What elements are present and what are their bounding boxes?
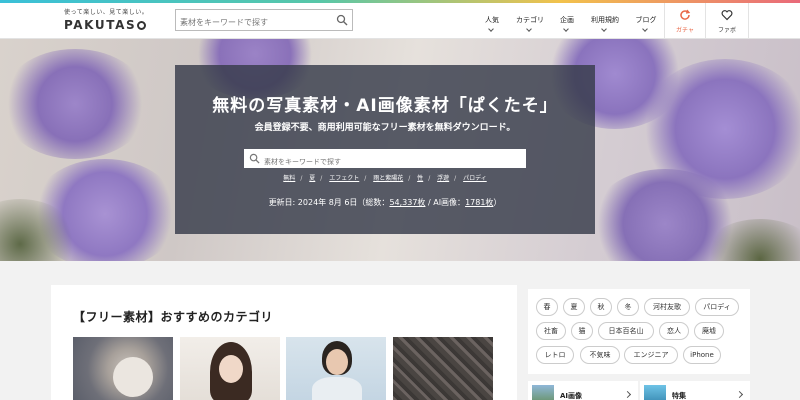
- tag-link[interactable]: 性: [417, 175, 423, 182]
- tag-chip[interactable]: エンジニア: [624, 346, 678, 364]
- nav-label: 企画: [560, 16, 574, 24]
- feature-thumbnail: [644, 385, 666, 400]
- tag-chip[interactable]: 冬: [617, 298, 639, 316]
- chevron-down-icon: [642, 26, 648, 32]
- main-nav: 人気 カテゴリ 企画 利用規約 ブログ: [476, 3, 664, 39]
- favorites-label: ファボ: [717, 27, 736, 34]
- total-count-link[interactable]: 54,337枚: [389, 198, 425, 207]
- sidebar-link-features[interactable]: 特集: [640, 381, 750, 400]
- tag-chip[interactable]: 春: [536, 298, 558, 316]
- ai-count-link[interactable]: 1781枚: [465, 198, 493, 207]
- tag-chip[interactable]: 猫: [571, 322, 593, 340]
- sidebar-link-ai-images[interactable]: AI画像: [528, 381, 638, 400]
- tag-cloud: 春 夏 秋 冬 河村友歌 パロディ 社畜 猫 日本百名山 恋人 廃墟 レトロ 不…: [528, 289, 750, 374]
- tag-chip[interactable]: 秋: [590, 298, 612, 316]
- hero-subtitle: 会員登録不要、商用利用可能なフリー素材を無料ダウンロード。: [254, 123, 516, 133]
- nav-label: カテゴリ: [516, 16, 544, 24]
- hero-title: 無料の写真素材・AI画像素材「ぱくたそ」: [212, 96, 558, 116]
- cat-image: [113, 357, 153, 397]
- gacha-button[interactable]: ガチャ: [665, 3, 705, 39]
- search-icon[interactable]: [336, 14, 348, 26]
- sidebar-links: AI画像 特集: [528, 381, 750, 400]
- chevron-right-icon: [623, 390, 632, 399]
- search-icon: [249, 153, 260, 164]
- sidebar-link-label: AI画像: [560, 392, 583, 400]
- tag-chip[interactable]: 河村友歌: [644, 298, 690, 316]
- header-search: [175, 9, 353, 33]
- nav-item-blog[interactable]: ブログ: [628, 3, 664, 39]
- hero-panel: 無料の写真素材・AI画像素材「ぱくたそ」 会員登録不要、商用利用可能なフリー素材…: [175, 65, 595, 234]
- category-thumbnail-cat[interactable]: [73, 337, 173, 400]
- lilac-flower-image: [0, 49, 150, 159]
- header-search-input[interactable]: [176, 12, 326, 33]
- tag-link[interactable]: 雨と紫陽花: [373, 175, 403, 182]
- hero-search-input[interactable]: [244, 152, 494, 172]
- tag-chip[interactable]: 恋人: [659, 322, 689, 340]
- header-divider: [748, 3, 749, 39]
- chevron-down-icon: [563, 26, 569, 32]
- updated-prefix: 更新日: 2024年 8月 6日（総数：: [268, 198, 390, 207]
- logo-wordmark: PAKUTAS: [64, 18, 137, 32]
- nav-item-category[interactable]: カテゴリ: [508, 3, 552, 39]
- chevron-down-icon: [601, 26, 607, 32]
- tag-chip[interactable]: パロディ: [695, 298, 739, 316]
- nav-item-terms[interactable]: 利用規約: [582, 3, 628, 39]
- ai-prefix: / AI画像：: [425, 198, 466, 207]
- tag-chip[interactable]: レトロ: [536, 346, 574, 364]
- favorites-button[interactable]: ファボ: [706, 3, 748, 39]
- nav-item-popular[interactable]: 人気: [476, 3, 508, 39]
- category-thumbnail-woman[interactable]: [180, 337, 280, 400]
- chevron-right-icon: [735, 390, 744, 399]
- hero-tag-links: 無料 / 夏 / エフェクト / 雨と紫陽花 / 性 / 浮遊 / パロディ: [283, 175, 487, 182]
- tag-link[interactable]: 無料: [283, 175, 295, 182]
- updated-suffix: ）: [493, 198, 502, 207]
- update-info: 更新日: 2024年 8月 6日（総数：54,337枚 / AI画像：1781枚…: [175, 197, 595, 208]
- nav-label: ブログ: [635, 16, 657, 24]
- site-logo[interactable]: 使って楽しい、見て楽しい。 PAKUTAS: [64, 7, 164, 35]
- tag-chip[interactable]: 不気味: [580, 346, 620, 364]
- section-title: 【フリー素材】おすすめのカテゴリ: [73, 310, 274, 324]
- heart-icon: [721, 10, 733, 21]
- tag-chip[interactable]: iPhone: [683, 346, 721, 364]
- category-thumbnail-texture[interactable]: [393, 337, 493, 400]
- ai-image-thumbnail: [532, 385, 554, 400]
- nav-label: 人気: [485, 16, 499, 24]
- nav-label: 利用規約: [591, 16, 619, 24]
- sidebar-link-label: 特集: [672, 392, 686, 400]
- tag-chip[interactable]: 夏: [563, 298, 585, 316]
- tag-link[interactable]: エフェクト: [329, 175, 359, 182]
- chevron-down-icon: [526, 26, 532, 32]
- hero-search: [244, 149, 526, 172]
- tag-link[interactable]: パロディ: [463, 175, 487, 182]
- tag-link[interactable]: 浮遊: [437, 175, 449, 182]
- tag-chip[interactable]: 日本百名山: [598, 322, 654, 340]
- gacha-label: ガチャ: [676, 27, 694, 34]
- logo-tagline: 使って楽しい、見て楽しい。: [64, 9, 149, 16]
- logo-mark-icon: [137, 21, 147, 30]
- tag-chip[interactable]: 社畜: [536, 322, 566, 340]
- nav-item-project[interactable]: 企画: [552, 3, 582, 39]
- tag-chip[interactable]: 廃墟: [694, 322, 724, 340]
- refresh-icon: [680, 9, 691, 20]
- recommended-categories: 【フリー素材】おすすめのカテゴリ: [51, 285, 517, 400]
- chevron-down-icon: [488, 26, 494, 32]
- category-thumbnail-man[interactable]: [286, 337, 386, 400]
- tag-link[interactable]: 夏: [309, 175, 315, 182]
